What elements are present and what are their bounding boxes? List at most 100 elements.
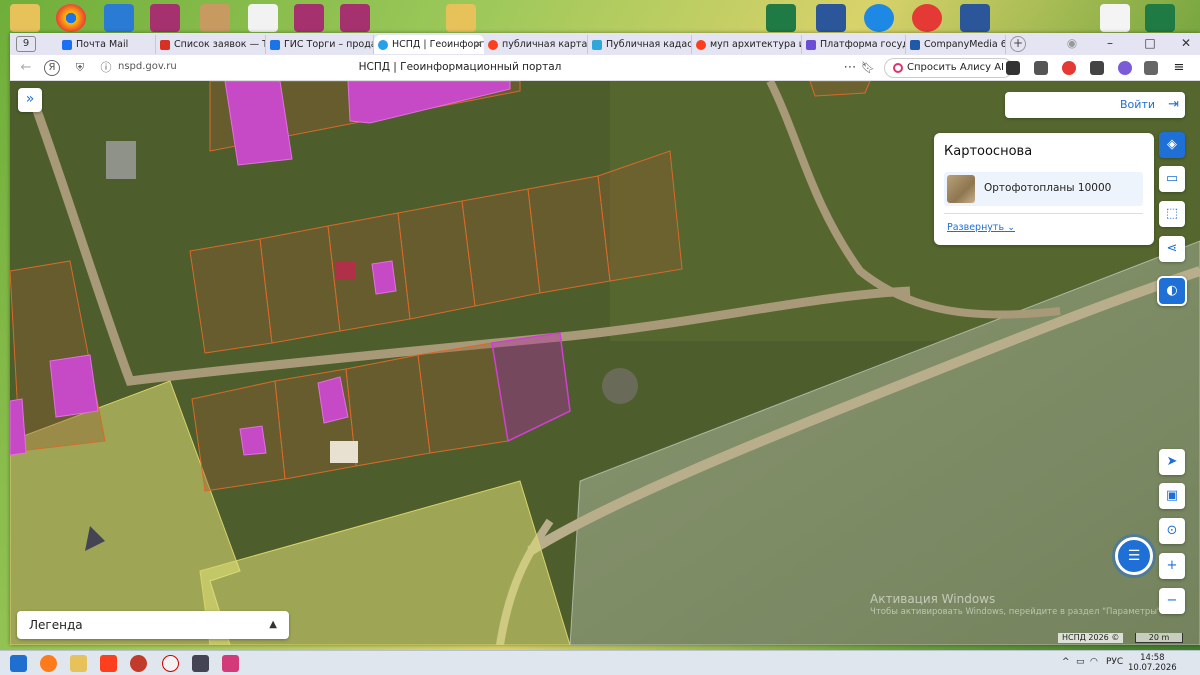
gis-icon	[270, 39, 280, 50]
tab-mail[interactable]: Почта Mail	[58, 35, 156, 54]
document-icon[interactable]	[816, 4, 846, 32]
tab-cadastral[interactable]: Публичная кадастр	[588, 35, 692, 54]
zoom-in-button[interactable]: +	[1159, 553, 1185, 579]
chat-button[interactable]: ☰	[1115, 537, 1153, 575]
bookmark-icon[interactable]: 🔖︎	[860, 60, 876, 76]
cadastral-parcel[interactable]	[397, 200, 476, 320]
pond	[602, 368, 638, 404]
tab-label: Список заявок — Те	[174, 39, 266, 50]
bulb-icon[interactable]	[864, 4, 894, 32]
tab-label: публичная карта зе	[502, 39, 588, 50]
close-button[interactable]: ✕	[1176, 36, 1196, 50]
tab-label: НСПД | Геоинфорг	[392, 39, 484, 50]
tab-count-button[interactable]: 9	[16, 36, 36, 52]
extension-icon[interactable]	[1090, 61, 1104, 75]
document-icon[interactable]	[960, 4, 990, 32]
archive-icon[interactable]	[150, 4, 180, 32]
cadastral-parcel[interactable]	[345, 354, 431, 467]
cadastral-parcel[interactable]	[191, 380, 286, 492]
select-area-button[interactable]: ⬚	[1159, 201, 1185, 227]
updown-chevron-icon: ▲	[269, 619, 277, 630]
scale-bar: 20 m	[1135, 633, 1183, 643]
start-icon[interactable]	[10, 655, 27, 672]
folder-icon[interactable]	[70, 655, 87, 672]
tray-chevron-icon[interactable]: ^	[1062, 657, 1070, 667]
profile-icon[interactable]: ◉	[1062, 36, 1082, 50]
folder-icon[interactable]	[10, 4, 40, 32]
share-button[interactable]: ⋖	[1159, 236, 1185, 262]
record-icon[interactable]	[912, 4, 942, 32]
assistant-button[interactable]: ◐	[1157, 276, 1187, 306]
extension-icon[interactable]	[1006, 61, 1020, 75]
nspd-icon	[378, 39, 388, 50]
calendar-icon[interactable]	[222, 655, 239, 672]
extension-icon[interactable]	[1062, 61, 1076, 75]
book-icon[interactable]	[200, 4, 230, 32]
chat-icon: ☰	[1127, 548, 1141, 564]
cadastral-parcel[interactable]	[461, 188, 541, 307]
login-button[interactable]: Войти ⇥	[1005, 92, 1185, 118]
page-title: НСПД | Геоинформационный портал	[358, 61, 562, 73]
minimize-button[interactable]: –	[1100, 36, 1120, 50]
extension-icon[interactable]	[1118, 61, 1132, 75]
tab-companymedia[interactable]: CompanyMedia 6.3.1	[906, 35, 1006, 54]
geolocation-button[interactable]: ⊙	[1159, 518, 1185, 544]
locate-button[interactable]: ➤	[1159, 449, 1185, 475]
legend-dropdown[interactable]: Легенда ▲	[17, 611, 289, 639]
cadastral-parcel[interactable]	[189, 238, 273, 354]
clock-time: 14:58	[1140, 653, 1165, 663]
ask-alice-button[interactable]: Спросить Алису AI	[884, 58, 1013, 78]
tab-requests[interactable]: Список заявок — Те	[156, 35, 266, 54]
door-icon[interactable]	[1100, 4, 1130, 32]
tab-label: муп архитектура ис	[710, 39, 802, 50]
firefox-icon[interactable]	[40, 655, 57, 672]
basemap-option-label: Ортофотопланы 10000	[984, 182, 1112, 194]
new-tab-button[interactable]: +	[1010, 36, 1026, 52]
map-view[interactable]: » Войти ⇥ Картооснова Ортофотопланы 1000…	[10, 81, 1200, 645]
ruler-button[interactable]: ▭	[1159, 166, 1185, 192]
expand-panel-button[interactable]: »	[18, 88, 42, 112]
layers-button[interactable]: ◈	[1159, 132, 1185, 158]
login-label: Войти	[1120, 98, 1155, 111]
cadastral-icon	[592, 39, 602, 50]
maximize-button[interactable]: □	[1140, 36, 1160, 50]
menu-icon[interactable]: ≡	[1172, 61, 1186, 75]
building[interactable]	[371, 260, 397, 295]
archive-icon[interactable]	[340, 4, 370, 32]
folder-icon[interactable]	[446, 4, 476, 32]
extension-icon[interactable]	[1144, 61, 1158, 75]
more-icon[interactable]: ⋯	[842, 60, 858, 76]
spreadsheet-icon[interactable]	[766, 4, 796, 32]
archive-icon[interactable]	[294, 4, 324, 32]
mail-icon	[62, 39, 72, 50]
document-icon[interactable]	[248, 4, 278, 32]
spreadsheet-icon[interactable]	[1145, 4, 1175, 32]
ccleaner-icon[interactable]	[130, 655, 147, 672]
expand-basemaps-link[interactable]: Развернуть ⌄	[947, 222, 1015, 233]
building[interactable]	[49, 354, 99, 418]
platform-icon	[806, 39, 816, 50]
yandex-icon	[696, 39, 706, 50]
language-indicator[interactable]: РУС	[1106, 657, 1123, 667]
clock[interactable]: 14:58 10.07.2026	[1128, 653, 1177, 673]
tab-public-map[interactable]: публичная карта зе	[484, 35, 588, 54]
app-icon[interactable]	[192, 655, 209, 672]
mail-icon[interactable]	[104, 4, 134, 32]
tab-gis-torgi[interactable]: ГИС Торги – продаж	[266, 35, 374, 54]
basemap-option[interactable]: Ортофотопланы 10000	[944, 172, 1143, 206]
tab-nspd[interactable]: НСПД | Геоинфорг ✕	[374, 35, 484, 54]
tab-platform[interactable]: Платформа государ	[802, 35, 906, 54]
close-tab-icon[interactable]: ✕	[474, 40, 482, 50]
extension-icon[interactable]	[1034, 61, 1048, 75]
windows-activation-title: Активация Windows	[870, 592, 996, 606]
chrome-icon[interactable]	[56, 4, 86, 32]
legend-label: Легенда	[29, 618, 83, 632]
windows-activation-subtitle: Чтобы активировать Windows, перейдите в …	[870, 607, 1164, 617]
cadastral-parcel[interactable]	[527, 175, 611, 294]
cadastral-parcel[interactable]	[259, 225, 341, 344]
yandex-browser-icon[interactable]	[162, 655, 179, 672]
print-button[interactable]: ▣	[1159, 483, 1185, 509]
tab-mup[interactable]: муп архитектура ис	[692, 35, 802, 54]
yandex-icon[interactable]	[100, 655, 117, 672]
building[interactable]	[239, 425, 267, 456]
